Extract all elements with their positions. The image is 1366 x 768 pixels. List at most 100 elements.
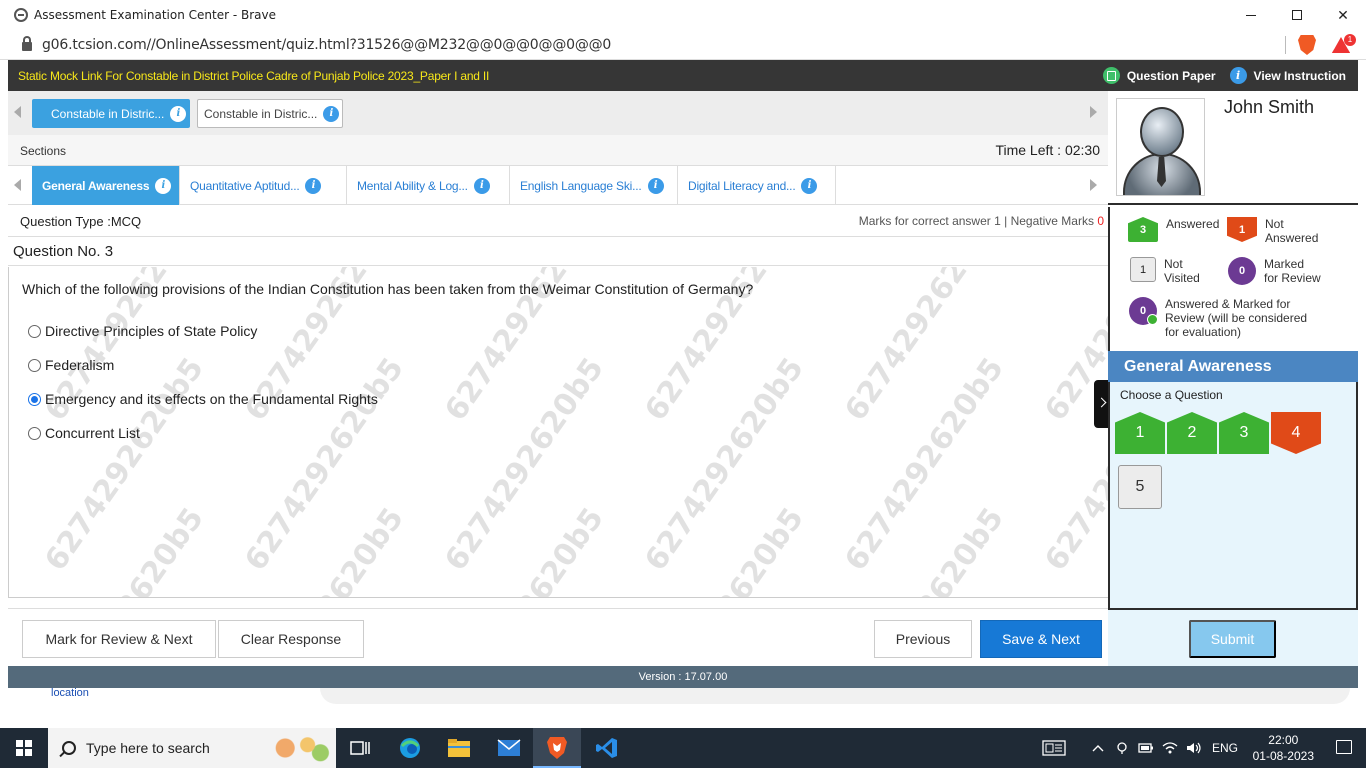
document-icon	[1102, 67, 1120, 84]
legend-line: Visited	[1164, 271, 1200, 285]
option-label: Concurrent List	[45, 425, 140, 441]
windows-logo-icon	[16, 740, 32, 756]
tab-english-language[interactable]: English Language Ski... i	[510, 166, 678, 205]
notification-icon[interactable]	[1336, 740, 1352, 754]
legend-not-answered: 1 Not Answered	[1227, 217, 1318, 245]
option-radio-selected[interactable]	[28, 392, 41, 406]
option-radio[interactable]	[28, 426, 41, 440]
address-bar-actions: 1	[1285, 30, 1366, 60]
info-icon[interactable]: i	[155, 177, 172, 194]
option-4[interactable]: Concurrent List	[28, 425, 140, 441]
view-instruction-link[interactable]: i View Instruction	[1229, 67, 1346, 84]
info-icon[interactable]: i	[170, 105, 187, 122]
watermark-text: 6274292620b5	[438, 502, 611, 597]
test-tab-2[interactable]: Constable in Distric... i	[197, 99, 343, 128]
marked-review-badge: 0	[1228, 257, 1256, 285]
watermark-text: 6274292620b5	[38, 351, 211, 578]
legend-marked-review: 0 Marked for Review	[1228, 257, 1321, 285]
wifi-icon[interactable]	[1160, 734, 1180, 762]
location-link[interactable]: location	[51, 687, 89, 699]
candidate-panel: John Smith 3 Answered 1 Not Answered 1 N…	[1108, 91, 1358, 666]
option-2[interactable]: Federalism	[28, 357, 114, 373]
palette-question-4[interactable]: 4	[1271, 412, 1321, 454]
taskbar-search[interactable]: Type here to search	[48, 728, 336, 768]
clock[interactable]: 22:00 01-08-2023	[1253, 732, 1314, 764]
tab-general-awareness[interactable]: General Awareness i	[32, 166, 180, 205]
location-tray-icon[interactable]	[1112, 734, 1132, 762]
palette-question-1[interactable]: 1	[1115, 412, 1165, 454]
search-icon	[62, 741, 76, 755]
clear-response-button[interactable]: Clear Response	[218, 620, 364, 658]
minimize-button[interactable]	[1228, 0, 1274, 30]
option-1[interactable]: Directive Principles of State Policy	[28, 323, 257, 339]
scroll-left-arrow-icon[interactable]	[14, 106, 21, 118]
marks-negative-value: 0	[1097, 214, 1104, 228]
mark-review-next-button[interactable]: Mark for Review & Next	[22, 620, 216, 658]
chevron-up-icon[interactable]	[1088, 734, 1108, 762]
option-radio[interactable]	[28, 358, 41, 372]
edge-icon[interactable]	[396, 734, 424, 762]
section-scroll-right-icon[interactable]	[1090, 179, 1097, 191]
option-radio[interactable]	[28, 324, 41, 338]
avatar	[1116, 98, 1205, 196]
tab-quantitative-aptitude[interactable]: Quantitative Aptitud... i	[180, 166, 347, 205]
scroll-right-arrow-icon[interactable]	[1090, 106, 1097, 118]
palette-question-2[interactable]: 2	[1167, 412, 1217, 454]
close-window-button[interactable]: ✕	[1320, 0, 1366, 30]
answered-badge: 3	[1128, 217, 1158, 242]
legend-line: Not	[1164, 257, 1183, 271]
brave-shields-icon[interactable]	[1298, 35, 1316, 55]
info-icon[interactable]: i	[647, 177, 664, 194]
taskbar: Type here to search ENG 22:00 01-08-2023	[0, 728, 1366, 768]
submit-button[interactable]: Submit	[1189, 620, 1276, 658]
info-icon[interactable]: i	[305, 177, 322, 194]
task-view-icon[interactable]	[346, 734, 374, 762]
close-icon: ✕	[1337, 6, 1349, 23]
tab-digital-literacy[interactable]: Digital Literacy and... i	[678, 166, 836, 205]
search-placeholder: Type here to search	[86, 740, 210, 756]
previous-button[interactable]: Previous	[874, 620, 972, 658]
action-bar: Mark for Review & Next Clear Response Pr…	[8, 608, 1108, 666]
legend-line: for Review	[1264, 271, 1321, 285]
legend-line: Review (will be considered	[1165, 311, 1308, 325]
save-next-button[interactable]: Save & Next	[980, 620, 1102, 658]
watermark-text: 6274292620b5	[638, 351, 811, 578]
start-button[interactable]	[0, 728, 48, 768]
legend-not-visited: 1 Not Visited	[1130, 257, 1200, 285]
section-tab-label: Quantitative Aptitud...	[190, 178, 300, 193]
maximize-button[interactable]	[1274, 0, 1320, 30]
battery-icon[interactable]	[1136, 734, 1156, 762]
palette-question-5[interactable]: 5	[1118, 465, 1162, 509]
status-legend: 3 Answered 1 Not Answered 1 Not Visited …	[1108, 207, 1358, 351]
info-icon[interactable]: i	[801, 177, 818, 194]
test-tab-label: Constable in Distric...	[204, 106, 318, 121]
info-icon[interactable]: i	[473, 177, 490, 194]
marks-correct-value: 1	[994, 214, 1001, 228]
file-explorer-icon[interactable]	[445, 734, 473, 762]
tab-mental-ability[interactable]: Mental Ability & Log... i	[347, 166, 510, 205]
exam-header: Static Mock Link For Constable in Distri…	[8, 60, 1358, 91]
palette-question-3[interactable]: 3	[1219, 412, 1269, 454]
section-tab-label: English Language Ski...	[520, 178, 642, 193]
lock-icon[interactable]	[22, 36, 32, 51]
info-icon: i	[1229, 67, 1247, 84]
brave-taskbar-item-active[interactable]	[533, 728, 581, 768]
option-3[interactable]: Emergency and its effects on the Fundame…	[28, 391, 378, 407]
answered-marked-badge: 0	[1129, 297, 1158, 325]
url-field[interactable]: g06.tcsion.com//OnlineAssessment/quiz.ht…	[42, 37, 611, 53]
info-icon[interactable]: i	[323, 105, 340, 122]
news-icon[interactable]	[1040, 734, 1068, 762]
vscode-icon[interactable]	[593, 734, 621, 762]
mail-icon[interactable]	[495, 734, 523, 762]
question-type: Question Type :MCQ	[20, 214, 142, 229]
legend-answered: 3 Answered	[1128, 217, 1219, 242]
legend-label: Not Visited	[1164, 257, 1200, 285]
section-scroll-left-icon[interactable]	[14, 179, 21, 191]
test-tab-1[interactable]: Constable in Distric... i	[32, 99, 190, 128]
background-page: location	[0, 687, 1366, 728]
question-paper-link[interactable]: Question Paper	[1102, 67, 1216, 84]
address-bar: g06.tcsion.com//OnlineAssessment/quiz.ht…	[0, 30, 1366, 60]
volume-icon[interactable]	[1184, 734, 1204, 762]
test-tabs-bar: Constable in Distric... i Constable in D…	[8, 91, 1108, 135]
language-indicator[interactable]: ENG	[1212, 741, 1238, 755]
